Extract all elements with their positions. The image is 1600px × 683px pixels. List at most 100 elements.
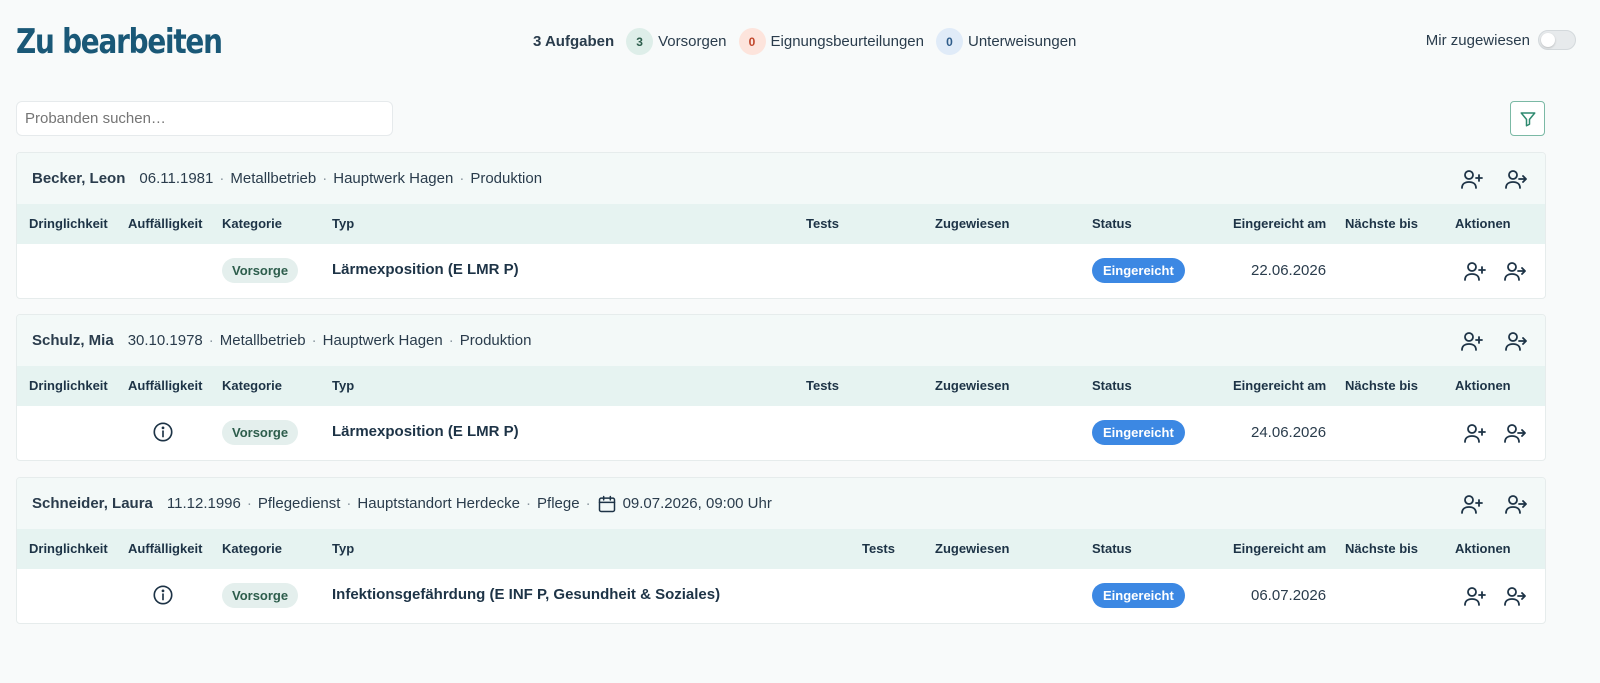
forward-user-button[interactable] bbox=[1503, 491, 1529, 517]
total-tasks: 3 Aufgaben bbox=[533, 33, 615, 50]
info-icon[interactable] bbox=[152, 421, 174, 447]
unterweisungen-count-badge[interactable]: 0 bbox=[935, 28, 963, 55]
patient-name[interactable]: Schulz, Mia bbox=[32, 332, 114, 349]
user-arrow-icon bbox=[1504, 424, 1526, 443]
status-badge: Eingereicht bbox=[1092, 258, 1185, 283]
assign-user-button[interactable] bbox=[1462, 258, 1488, 284]
col-naechste[interactable]: Nächste bis bbox=[1345, 216, 1418, 231]
patient-card: Becker, Leon 06.11.1981 · Metallbetrieb … bbox=[16, 152, 1546, 299]
table-header: Dringlichkeit Auffälligkeit Kategorie Ty… bbox=[17, 366, 1545, 406]
col-auffaelligkeit[interactable]: Auffälligkeit bbox=[128, 216, 202, 231]
calendar-icon bbox=[597, 494, 617, 514]
col-status[interactable]: Status bbox=[1092, 541, 1132, 556]
separator: · bbox=[322, 170, 328, 187]
col-zugewiesen[interactable]: Zugewiesen bbox=[935, 541, 1009, 556]
col-tests[interactable]: Tests bbox=[806, 378, 839, 393]
assigned-to-me-label: Mir zugewiesen bbox=[1425, 31, 1530, 49]
vorsorgen-count-label[interactable]: Vorsorgen bbox=[658, 33, 726, 50]
col-tests[interactable]: Tests bbox=[862, 541, 895, 556]
patient-card: Schulz, Mia 30.10.1978 · Metallbetrieb ·… bbox=[16, 314, 1546, 461]
unterweisungen-count-label[interactable]: Unterweisungen bbox=[968, 33, 1076, 50]
assigned-to-me-toggle[interactable] bbox=[1538, 30, 1576, 50]
submitted-date: 22.06.2026 bbox=[1251, 262, 1327, 279]
page-title: Zu bearbeiten bbox=[16, 22, 223, 62]
col-kategorie[interactable]: Kategorie bbox=[222, 216, 282, 231]
status-badge: Eingereicht bbox=[1092, 420, 1185, 445]
col-eingereicht[interactable]: Eingereicht am bbox=[1233, 216, 1326, 231]
appointment-date: 09.07.2026, 09:00 Uhr bbox=[622, 495, 772, 512]
col-typ[interactable]: Typ bbox=[332, 378, 354, 393]
eignungsbeurteilungen-count-badge[interactable]: 0 bbox=[738, 28, 766, 55]
table-row[interactable]: Vorsorge Infektionsgefährdung (E INF P, … bbox=[17, 569, 1545, 623]
patient-name[interactable]: Schneider, Laura bbox=[32, 495, 153, 512]
col-zugewiesen[interactable]: Zugewiesen bbox=[935, 216, 1009, 231]
category-badge: Vorsorge bbox=[222, 420, 299, 445]
search-input[interactable] bbox=[16, 101, 393, 136]
user-arrow-icon bbox=[1505, 495, 1527, 514]
patient-card-header: Schneider, Laura 11.12.1996 · Pflegedien… bbox=[17, 478, 1545, 529]
patient-actions bbox=[1459, 328, 1529, 354]
table-header: Dringlichkeit Auffälligkeit Kategorie Ty… bbox=[17, 529, 1545, 569]
assign-user-button[interactable] bbox=[1462, 583, 1488, 609]
vorsorgen-count-badge[interactable]: 3 bbox=[626, 28, 654, 55]
patient-actions bbox=[1459, 166, 1529, 192]
col-auffaelligkeit[interactable]: Auffälligkeit bbox=[128, 378, 202, 393]
patient-card: Schneider, Laura 11.12.1996 · Pflegedien… bbox=[16, 477, 1546, 624]
row-actions bbox=[1462, 258, 1528, 284]
user-plus-icon bbox=[1464, 424, 1486, 443]
forward-user-button[interactable] bbox=[1502, 583, 1528, 609]
assign-user-button[interactable] bbox=[1459, 491, 1485, 517]
user-plus-icon bbox=[1464, 587, 1486, 606]
table-row[interactable]: Vorsorge Lärmexposition (E LMR P) Einger… bbox=[17, 244, 1545, 298]
col-typ[interactable]: Typ bbox=[332, 541, 354, 556]
col-kategorie[interactable]: Kategorie bbox=[222, 541, 282, 556]
col-aktionen: Aktionen bbox=[1455, 378, 1511, 393]
separator: · bbox=[346, 495, 352, 512]
col-eingereicht[interactable]: Eingereicht am bbox=[1233, 541, 1326, 556]
assign-user-button[interactable] bbox=[1459, 166, 1485, 192]
forward-user-button[interactable] bbox=[1502, 420, 1528, 446]
separator: · bbox=[208, 332, 214, 349]
col-typ[interactable]: Typ bbox=[332, 216, 354, 231]
col-eingereicht[interactable]: Eingereicht am bbox=[1233, 378, 1326, 393]
col-tests[interactable]: Tests bbox=[806, 216, 839, 231]
separator: · bbox=[459, 170, 465, 187]
filter-button[interactable] bbox=[1510, 101, 1545, 136]
col-kategorie[interactable]: Kategorie bbox=[222, 378, 282, 393]
col-dringlichkeit[interactable]: Dringlichkeit bbox=[29, 541, 108, 556]
col-aktionen: Aktionen bbox=[1455, 541, 1511, 556]
info-icon[interactable] bbox=[152, 584, 174, 610]
col-dringlichkeit[interactable]: Dringlichkeit bbox=[29, 378, 108, 393]
col-naechste[interactable]: Nächste bis bbox=[1345, 378, 1418, 393]
task-type[interactable]: Lärmexposition (E LMR P) bbox=[332, 261, 519, 278]
row-actions bbox=[1462, 420, 1528, 446]
task-type[interactable]: Lärmexposition (E LMR P) bbox=[332, 423, 519, 440]
col-naechste[interactable]: Nächste bis bbox=[1345, 541, 1418, 556]
assign-user-button[interactable] bbox=[1459, 328, 1485, 354]
col-zugewiesen[interactable]: Zugewiesen bbox=[935, 378, 1009, 393]
col-status[interactable]: Status bbox=[1092, 216, 1132, 231]
patient-company: Metallbetrieb bbox=[230, 170, 317, 187]
col-dringlichkeit[interactable]: Dringlichkeit bbox=[29, 216, 108, 231]
page-header: Zu bearbeiten 3 Aufgaben 3 Vorsorgen 0 E… bbox=[16, 18, 1576, 68]
patient-card-header: Becker, Leon 06.11.1981 · Metallbetrieb … bbox=[17, 153, 1545, 204]
col-status[interactable]: Status bbox=[1092, 378, 1132, 393]
forward-user-button[interactable] bbox=[1503, 328, 1529, 354]
separator: · bbox=[448, 332, 454, 349]
table-row[interactable]: Vorsorge Lärmexposition (E LMR P) Einger… bbox=[17, 406, 1545, 460]
assign-user-button[interactable] bbox=[1462, 420, 1488, 446]
submitted-date: 24.06.2026 bbox=[1251, 424, 1327, 441]
eignungsbeurteilungen-count-label[interactable]: Eignungsbeurteilungen bbox=[771, 33, 924, 50]
filter-icon bbox=[1520, 111, 1535, 126]
col-auffaelligkeit[interactable]: Auffälligkeit bbox=[128, 541, 202, 556]
patient-site: Hauptstandort Herdecke bbox=[357, 495, 521, 512]
user-arrow-icon bbox=[1505, 170, 1527, 189]
forward-user-button[interactable] bbox=[1503, 166, 1529, 192]
forward-user-button[interactable] bbox=[1502, 258, 1528, 284]
task-counts: 3 Aufgaben 3 Vorsorgen 0 Eignungsbeurtei… bbox=[533, 28, 1088, 55]
separator: · bbox=[219, 170, 225, 187]
patient-birthdate: 11.12.1996 bbox=[166, 495, 241, 512]
task-type[interactable]: Infektionsgefährdung (E INF P, Gesundhei… bbox=[332, 586, 720, 603]
patient-name[interactable]: Becker, Leon bbox=[32, 170, 125, 187]
status-badge: Eingereicht bbox=[1092, 583, 1185, 608]
